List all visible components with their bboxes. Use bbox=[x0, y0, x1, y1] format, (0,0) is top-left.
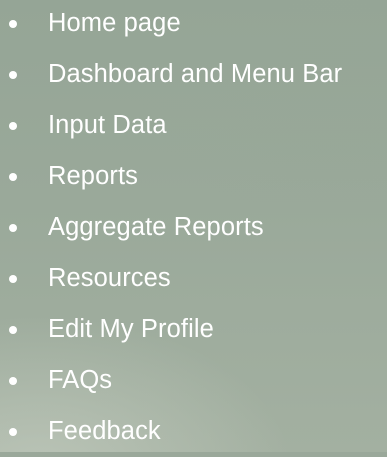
bullet-icon bbox=[9, 223, 17, 232]
list-item-label[interactable]: Feedback bbox=[48, 418, 161, 445]
list-item-label[interactable]: Dashboard and Menu Bar bbox=[48, 61, 342, 88]
bullet-icon bbox=[9, 376, 17, 385]
bullet-icon bbox=[9, 70, 17, 79]
list-item-aggregate-reports[interactable]: Aggregate Reports bbox=[0, 202, 387, 253]
list-item-faqs[interactable]: FAQs bbox=[0, 355, 387, 406]
list-item-label[interactable]: Aggregate Reports bbox=[48, 214, 264, 241]
list-item-label[interactable]: FAQs bbox=[48, 367, 112, 394]
list-item-label[interactable]: Reports bbox=[48, 163, 138, 190]
list-item-resources[interactable]: Resources bbox=[0, 253, 387, 304]
list-item-dashboard-and-menu-bar[interactable]: Dashboard and Menu Bar bbox=[0, 49, 387, 100]
list-item-label[interactable]: Input Data bbox=[48, 112, 167, 139]
list-item-home-page[interactable]: Home page bbox=[0, 0, 387, 49]
bullet-icon bbox=[9, 325, 17, 334]
bullet-icon bbox=[9, 274, 17, 283]
help-topics-list: Home page Dashboard and Menu Bar Input D… bbox=[0, 0, 387, 457]
bullet-icon bbox=[9, 121, 17, 130]
bullet-icon bbox=[9, 172, 17, 181]
bullet-icon bbox=[9, 427, 17, 436]
list-item-label[interactable]: Resources bbox=[48, 265, 171, 292]
list-item-feedback[interactable]: Feedback bbox=[0, 406, 387, 457]
bullet-icon bbox=[9, 19, 17, 28]
list-item-label[interactable]: Edit My Profile bbox=[48, 316, 214, 343]
list-item-label[interactable]: Home page bbox=[48, 10, 181, 37]
list-item-reports[interactable]: Reports bbox=[0, 151, 387, 202]
list-item-input-data[interactable]: Input Data bbox=[0, 100, 387, 151]
list-item-edit-my-profile[interactable]: Edit My Profile bbox=[0, 304, 387, 355]
